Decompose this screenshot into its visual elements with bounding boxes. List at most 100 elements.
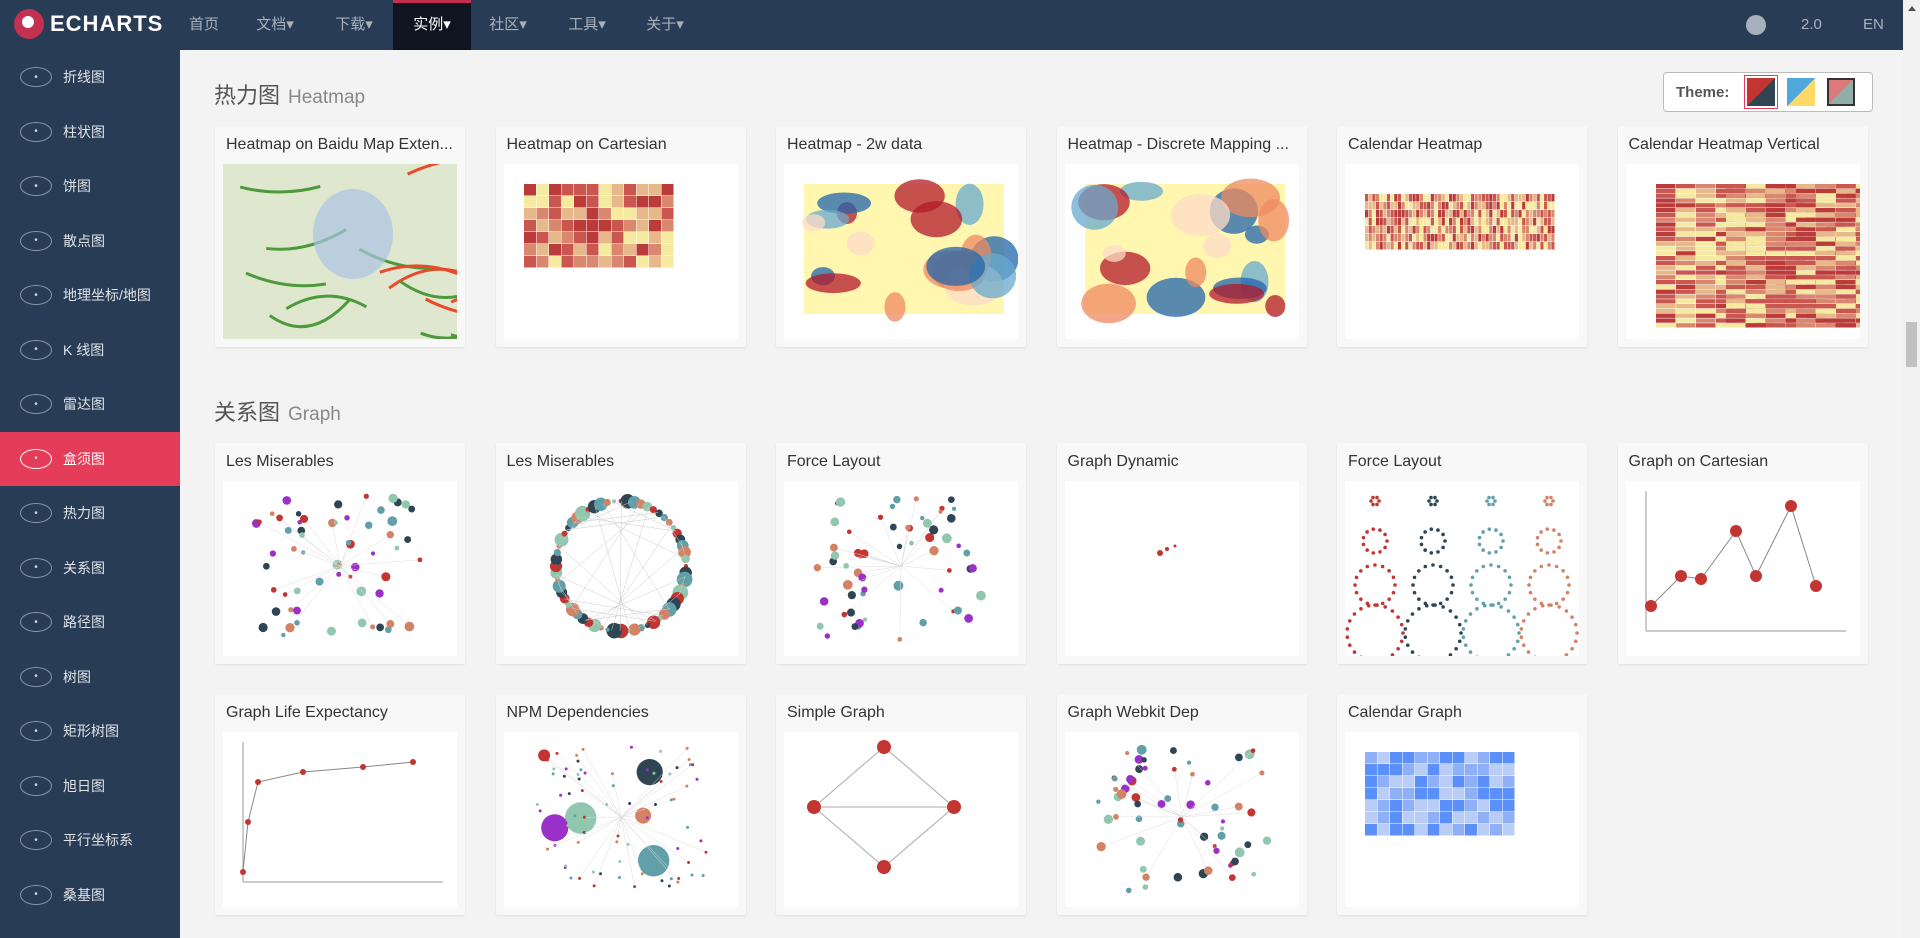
card-thumbnail[interactable] — [223, 732, 457, 907]
card-thumbnail[interactable] — [1064, 164, 1299, 339]
sidebar-item-label: 饼图 — [63, 178, 91, 195]
treemap-icon: • — [20, 721, 52, 742]
sidebar-item[interactable]: • 旭日图 — [0, 759, 180, 814]
language-toggle[interactable]: EN — [1863, 0, 1884, 50]
example-card[interactable]: Graph Dynamic — [1056, 443, 1307, 664]
card-title[interactable]: Graph Webkit Dep — [1057, 694, 1307, 732]
card-thumbnail[interactable] — [784, 164, 1018, 339]
sidebar-item-label: 矩形树图 — [63, 723, 119, 740]
card-title[interactable]: Force Layout — [776, 443, 1026, 481]
github-icon[interactable] — [1746, 15, 1766, 35]
sidebar-item[interactable]: • 折线图 — [0, 50, 180, 105]
example-card[interactable]: Calendar Graph — [1337, 694, 1587, 915]
card-title[interactable]: Simple Graph — [776, 694, 1026, 732]
example-card[interactable]: Heatmap on Cartesian — [495, 126, 746, 347]
sidebar-item-label: 柱状图 — [63, 123, 105, 140]
example-card[interactable]: Calendar Heatmap — [1337, 126, 1587, 347]
card-thumbnail[interactable] — [1345, 164, 1579, 339]
card-title[interactable]: NPM Dependencies — [496, 694, 746, 732]
card-thumbnail[interactable] — [223, 481, 457, 656]
sidebar-item[interactable]: • 盒须图 — [0, 431, 180, 486]
scrollbar[interactable] — [1903, 0, 1920, 938]
card-thumbnail[interactable] — [503, 732, 738, 907]
tree-icon: • — [20, 666, 52, 687]
sidebar-item[interactable]: • 桑基图 — [0, 868, 180, 923]
card-title[interactable]: Calendar Heatmap Vertical — [1618, 126, 1868, 164]
logo-text: ECHARTS — [50, 11, 164, 36]
example-card[interactable]: Graph Webkit Dep — [1056, 694, 1307, 915]
card-thumbnail[interactable] — [503, 481, 738, 656]
nav-item[interactable]: 工具▾ — [548, 0, 626, 50]
nav-item[interactable]: 下载▾ — [315, 0, 393, 50]
sidebar-item[interactable]: • 地理坐标/地图 — [0, 268, 180, 323]
card-title[interactable]: Heatmap on Baidu Map Exten... — [215, 126, 465, 164]
example-card[interactable]: Les Miserables — [495, 443, 746, 664]
card-thumbnail[interactable] — [1064, 732, 1299, 907]
sidebar-item[interactable]: • 雷达图 — [0, 377, 180, 432]
card-title[interactable]: Heatmap - 2w data — [776, 126, 1026, 164]
card-thumbnail[interactable] — [503, 164, 738, 339]
card-title[interactable]: Calendar Graph — [1337, 694, 1587, 732]
card-title[interactable]: Heatmap - Discrete Mapping ... — [1057, 126, 1307, 164]
candlestick-icon: • — [20, 339, 52, 360]
echarts-logo[interactable]: ECHARTS — [14, 9, 163, 39]
card-thumbnail[interactable] — [1625, 164, 1860, 339]
logo-icon — [14, 9, 44, 39]
card-title[interactable]: Les Miserables — [496, 443, 746, 481]
card-thumbnail[interactable] — [1625, 481, 1860, 656]
map-icon: • — [20, 285, 52, 306]
example-card[interactable]: Simple Graph — [776, 694, 1026, 915]
boxplot-icon: • — [20, 448, 52, 469]
card-title[interactable]: Graph Dynamic — [1057, 443, 1307, 481]
card-thumbnail[interactable] — [1064, 481, 1299, 656]
card-title[interactable]: Graph on Cartesian — [1618, 443, 1868, 481]
card-title[interactable]: Calendar Heatmap — [1337, 126, 1587, 164]
radar-icon: • — [20, 394, 52, 415]
nav-item[interactable]: 文档▾ — [236, 0, 314, 50]
example-card[interactable]: Force Layout — [776, 443, 1026, 664]
version-link[interactable]: 2.0 — [1801, 0, 1822, 50]
example-card[interactable]: Calendar Heatmap Vertical — [1617, 126, 1868, 347]
nav-item[interactable]: 关于▾ — [626, 0, 704, 50]
line-chart-icon: • — [20, 67, 52, 88]
example-card[interactable]: Les Miserables — [215, 443, 465, 664]
sidebar-item[interactable]: •漏斗图 — [0, 922, 180, 938]
scroll-thumb[interactable] — [1906, 322, 1917, 367]
sidebar-item[interactable]: • 树图 — [0, 650, 180, 705]
section-title-heatmap: 热力图 Heatmap — [214, 83, 366, 108]
sidebar-item[interactable]: • 热力图 — [0, 486, 180, 541]
card-title[interactable]: Heatmap on Cartesian — [496, 126, 746, 164]
sidebar-item[interactable]: • 柱状图 — [0, 105, 180, 160]
graph-icon: • — [20, 557, 52, 578]
card-thumbnail[interactable] — [784, 732, 1018, 907]
card-title[interactable]: Graph Life Expectancy — [215, 694, 465, 732]
nav-item[interactable]: 实例▾ — [393, 0, 471, 50]
sidebar-item[interactable]: • 饼图 — [0, 159, 180, 214]
sidebar-item[interactable]: • 平行坐标系 — [0, 813, 180, 868]
example-card[interactable]: Graph on Cartesian — [1617, 443, 1868, 664]
card-title[interactable]: Force Layout — [1337, 443, 1587, 481]
sidebar-item[interactable]: • 关系图 — [0, 541, 180, 596]
sidebar-item[interactable]: • K 线图 — [0, 323, 180, 378]
example-card[interactable]: Heatmap - 2w data — [776, 126, 1026, 347]
theme-light-button[interactable] — [1787, 78, 1816, 106]
example-card[interactable]: Graph Life Expectancy — [215, 694, 465, 915]
example-card[interactable]: Force Layout — [1337, 443, 1587, 664]
scroll-up-icon[interactable] — [1908, 6, 1916, 11]
card-thumbnail[interactable] — [784, 481, 1018, 656]
sidebar-item[interactable]: • 散点图 — [0, 214, 180, 269]
theme-dark-button[interactable] — [1744, 75, 1779, 109]
nav-item[interactable]: 社区▾ — [469, 0, 547, 50]
theme-vintage-button[interactable] — [1827, 78, 1856, 106]
card-thumbnail[interactable] — [1345, 481, 1579, 656]
card-thumbnail[interactable] — [1345, 732, 1579, 907]
example-card[interactable]: Heatmap on Baidu Map Exten... — [215, 126, 465, 347]
sidebar-item[interactable]: • 路径图 — [0, 595, 180, 650]
card-thumbnail[interactable] — [223, 164, 457, 339]
sidebar-item-label: 树图 — [63, 668, 91, 685]
sidebar-item[interactable]: • 矩形树图 — [0, 704, 180, 759]
card-title[interactable]: Les Miserables — [215, 443, 465, 481]
example-card[interactable]: Heatmap - Discrete Mapping ... — [1056, 126, 1307, 347]
example-card[interactable]: NPM Dependencies — [495, 694, 746, 915]
nav-item[interactable]: 首页 — [165, 0, 243, 50]
